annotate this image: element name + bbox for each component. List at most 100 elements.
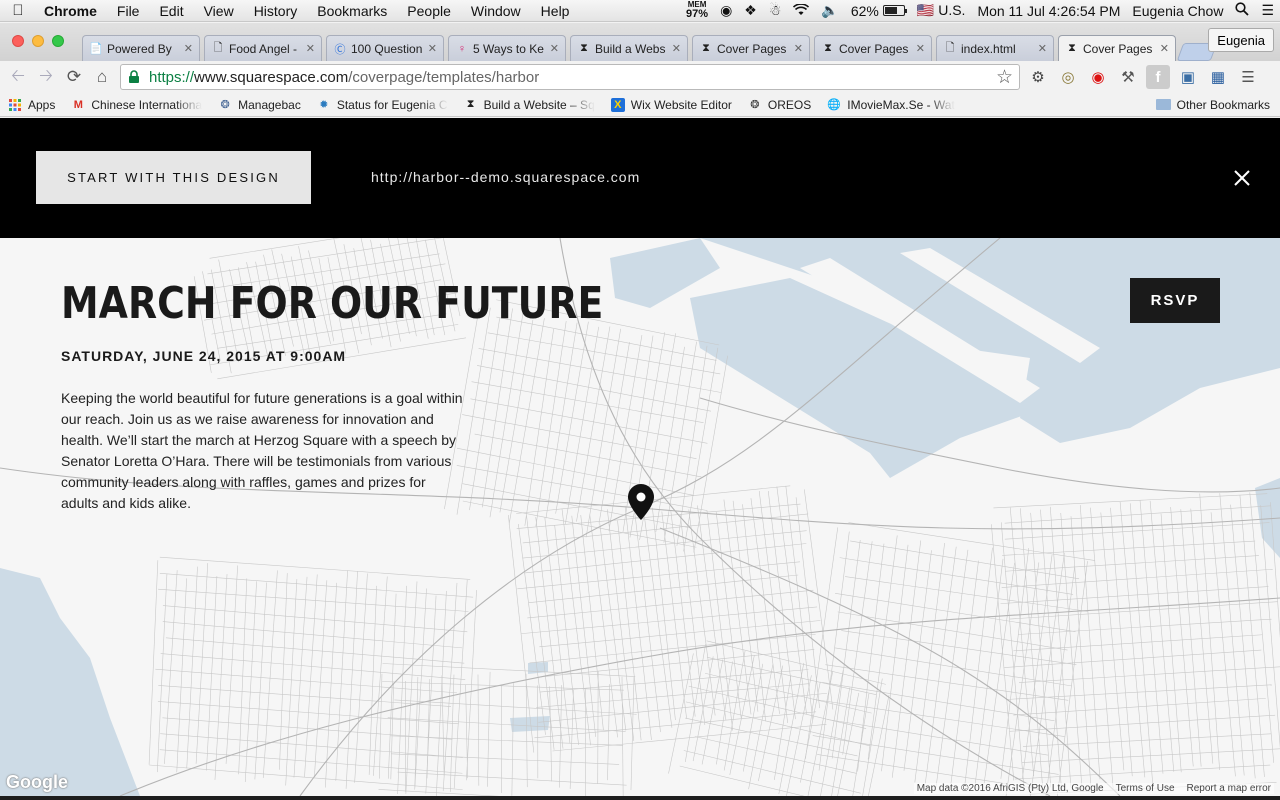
minimize-window-button[interactable] (32, 35, 44, 47)
menu-history[interactable]: History (244, 3, 308, 19)
tab-close-icon[interactable]: ✕ (1160, 42, 1169, 55)
tab-close-icon[interactable]: ✕ (794, 42, 803, 55)
menu-window[interactable]: Window (461, 3, 531, 19)
profile-button[interactable]: Eugenia (1208, 28, 1274, 52)
rsvp-button[interactable]: RSVP (1130, 278, 1220, 323)
gmail-icon: M (73, 98, 83, 111)
page-icon: 🗋 (945, 42, 955, 54)
map-pin-icon[interactable] (628, 484, 654, 520)
squarespace-icon: ⧗ (824, 42, 832, 54)
adblock-extension-icon[interactable]: ◉ (1086, 65, 1110, 89)
disk-icon[interactable]: ◉ (714, 2, 738, 19)
menu-file[interactable]: File (107, 3, 150, 19)
google-logo[interactable]: Google (6, 772, 68, 793)
gamepad-icon[interactable]: ❖ (738, 2, 763, 19)
address-bar[interactable]: https://www.squarespace.com/coverpage/te… (120, 64, 1020, 90)
evernote-icon[interactable]: ☃ (763, 2, 788, 19)
other-bookmarks[interactable]: Other Bookmarks (1155, 98, 1270, 112)
bookmark-label: IMovieMax.Se - Wat (847, 97, 955, 112)
menu-people[interactable]: People (397, 3, 461, 19)
tab-food-angel[interactable]: 🗋 Food Angel - ✕ (204, 35, 322, 61)
wifi-icon[interactable] (787, 2, 815, 19)
facebook-extension-icon[interactable]: f (1146, 65, 1170, 89)
menu-bookmarks[interactable]: Bookmarks (307, 3, 397, 19)
spotlight-search-icon[interactable] (1229, 2, 1255, 19)
bookmark-status-for-eugenia[interactable]: ✹ Status for Eugenia C (317, 98, 447, 112)
bookmark-managebac[interactable]: ❂ Managebac (218, 98, 301, 112)
bookmark-apps[interactable]: Apps (8, 98, 55, 112)
back-arrow-icon[interactable]: 🡠 (4, 63, 32, 91)
menu-help[interactable]: Help (531, 3, 580, 19)
bookmark-label: OREOS (767, 97, 812, 112)
tab-title: Cover Pages (717, 41, 787, 56)
user-name[interactable]: Eugenia Chow (1126, 3, 1229, 19)
tab-build-a-website[interactable]: ⧗ Build a Webs ✕ (570, 35, 688, 61)
tools-extension-icon[interactable]: ⚒ (1116, 65, 1140, 89)
bookmark-label: Build a Website – Sq (483, 97, 595, 112)
menu-app-chrome[interactable]: Chrome (36, 3, 107, 19)
template-preview-bar: START WITH THIS DESIGN http://harbor--de… (0, 118, 1280, 238)
battery-status[interactable]: 62% (845, 3, 911, 19)
tab-close-icon[interactable]: ✕ (672, 42, 681, 55)
wix-icon: X (610, 97, 625, 112)
book-extension-icon[interactable]: ▦ (1206, 65, 1230, 89)
bookmark-chinese-international[interactable]: M Chinese Internationa (71, 98, 202, 112)
bookmark-star-icon[interactable]: ☆ (996, 66, 1013, 89)
female-symbol-icon: ♀ (457, 42, 467, 55)
gear-icon[interactable]: ⚙ (1026, 65, 1050, 89)
apple-menu-icon[interactable]:  (0, 2, 36, 19)
menu-view[interactable]: View (194, 3, 244, 19)
screenshot-extension-icon[interactable]: ▣ (1176, 65, 1200, 89)
start-with-this-design-button[interactable]: START WITH THIS DESIGN (36, 151, 311, 204)
tab-close-icon[interactable]: ✕ (428, 42, 437, 55)
map-attribution: Map data ©2016 AfriGIS (Pty) Ltd, Google… (913, 783, 1274, 794)
tab-cover-pages-1[interactable]: ⧗ Cover Pages ✕ (692, 35, 810, 61)
map-cover-section[interactable]: MARCH FOR OUR FUTURE SATURDAY, JUNE 24, … (0, 238, 1280, 796)
tab-close-icon[interactable]: ✕ (1038, 42, 1047, 55)
url-host: www.squarespace.com (194, 68, 349, 86)
page-headline: MARCH FOR OUR FUTURE (61, 278, 604, 329)
volume-icon[interactable]: 🔈 (815, 2, 844, 19)
chrome-menu-icon[interactable]: ☰ (1236, 65, 1260, 89)
tab-5-ways[interactable]: ♀ 5 Ways to Ke ✕ (448, 35, 566, 61)
lock-icon (129, 70, 139, 83)
window-bottom-edge (0, 796, 1280, 800)
maximize-window-button[interactable] (52, 35, 64, 47)
browser-toolbar: 🡠 🡢 ⟳ ⌂ https://www.squarespace.com/cove… (0, 61, 1280, 93)
tab-cover-pages-active[interactable]: ⧗ Cover Pages ✕ (1058, 35, 1176, 61)
reload-icon[interactable]: ⟳ (60, 63, 88, 91)
home-icon[interactable]: ⌂ (88, 63, 116, 91)
bookmark-imoviemax[interactable]: 🌐 IMovieMax.Se - Wat (827, 97, 955, 112)
memory-monitor[interactable]: MEM 97% (680, 1, 714, 20)
battery-percent: 62% (850, 2, 879, 19)
notification-center-icon[interactable]: ☰ (1255, 2, 1280, 19)
bookmark-wix-editor[interactable]: X Wix Website Editor (610, 97, 732, 112)
event-description: Keeping the world beautiful for future g… (61, 390, 463, 511)
menu-edit[interactable]: Edit (149, 3, 193, 19)
clock[interactable]: Mon 11 Jul 4:26:54 PM (971, 3, 1126, 19)
close-icon[interactable] (1228, 164, 1256, 192)
tab-close-icon[interactable]: ✕ (184, 42, 193, 55)
tab-cover-pages-2[interactable]: ⧗ Cover Pages ✕ (814, 35, 932, 61)
close-window-button[interactable] (12, 35, 24, 47)
tab-title: Cover Pages (1083, 41, 1153, 56)
tab-close-icon[interactable]: ✕ (306, 42, 315, 55)
tab-close-icon[interactable]: ✕ (916, 42, 925, 55)
bookmarks-bar: Apps M Chinese Internationa ❂ Managebac ✹ S… (0, 93, 1280, 117)
status-icon: ✹ (319, 99, 329, 111)
bookmark-build-a-website[interactable]: ⧗ Build a Website – Sq (464, 98, 595, 112)
coins-extension-icon[interactable]: ◎ (1056, 65, 1080, 89)
event-date: SATURDAY, JUNE 24, 2015 AT 9:00AM (61, 348, 347, 364)
report-map-error-link[interactable]: Report a map error (1187, 783, 1271, 794)
bookmark-oreos[interactable]: ❂ OREOS (748, 98, 811, 112)
demo-url-link[interactable]: http://harbor--demo.squarespace.com (371, 169, 640, 185)
forward-arrow-icon[interactable]: 🡢 (32, 63, 60, 91)
oreos-icon: ❂ (750, 99, 760, 111)
input-source[interactable]: 🇺🇸 U.S. (911, 2, 972, 19)
tab-100-questions[interactable]: Ⓒ 100 Question ✕ (326, 35, 444, 61)
tab-powered-by[interactable]: 📄 Powered By ✕ (82, 35, 200, 61)
tab-close-icon[interactable]: ✕ (550, 42, 559, 55)
terms-of-use-link[interactable]: Terms of Use (1116, 783, 1175, 794)
tab-strip: 📄 Powered By ✕ 🗋 Food Angel - ✕ Ⓒ 100 Questi… (82, 35, 1218, 61)
tab-index-html[interactable]: 🗋 index.html ✕ (936, 35, 1054, 61)
